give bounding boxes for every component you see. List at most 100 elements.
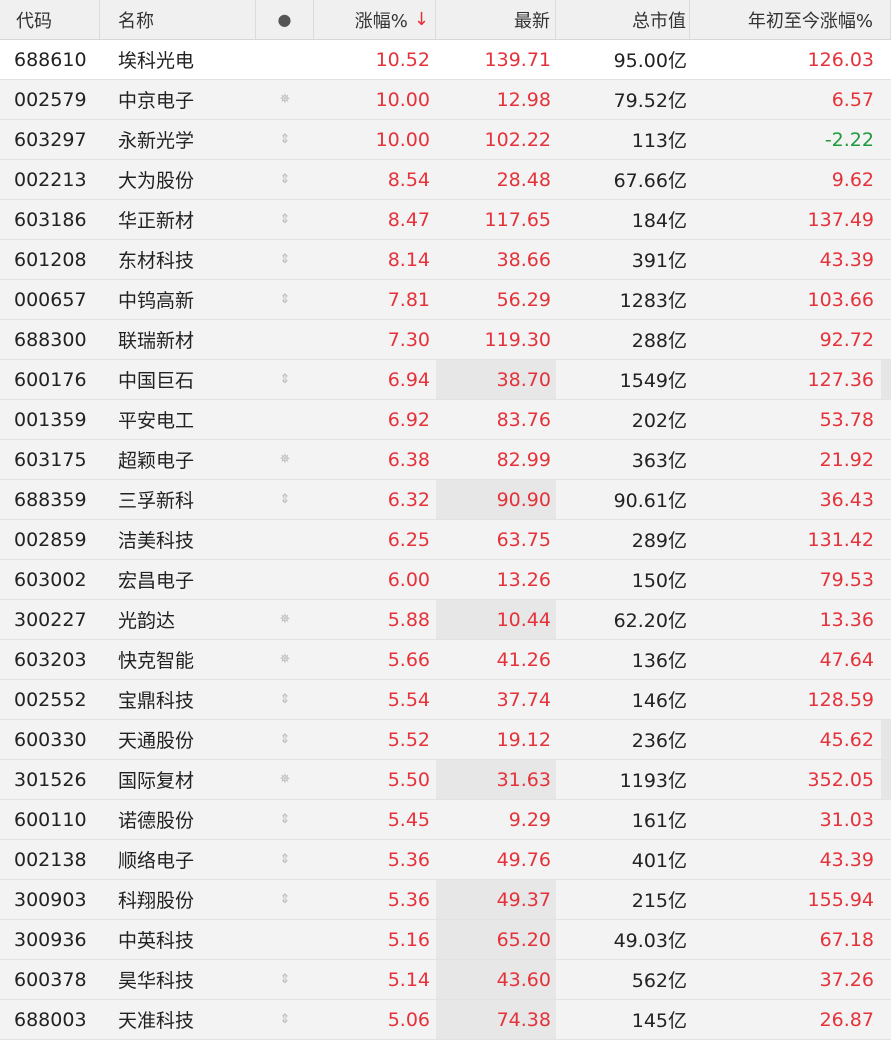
- change-pct: 5.45: [387, 808, 430, 831]
- last-price: 19.12: [496, 728, 551, 751]
- last-price: 31.63: [436, 760, 556, 799]
- ytd-pct: 128.59: [807, 688, 874, 711]
- stock-code: 603002: [14, 568, 87, 591]
- header-market-cap[interactable]: 总市值: [556, 0, 690, 39]
- change-pct: 5.06: [387, 1008, 430, 1031]
- table-row[interactable]: 000657 中钨高新 ⇕ 7.81 56.29 1283亿 103.66: [0, 280, 891, 320]
- market-cap: 62.20亿: [613, 610, 687, 632]
- change-pct: 6.00: [387, 568, 430, 591]
- table-row[interactable]: 002579 中京电子 ✵ 10.00 12.98 79.52亿 6.57: [0, 80, 891, 120]
- row-mark-icon: [256, 400, 314, 439]
- header-name[interactable]: 名称: [100, 0, 256, 39]
- header-dot[interactable]: ●: [256, 0, 314, 39]
- table-row[interactable]: 300227 光韵达 ✵ 5.88 10.44 62.20亿 13.36: [0, 600, 891, 640]
- last-price: 12.98: [496, 88, 551, 111]
- table-row[interactable]: 600330 天通股份 ⇕ 5.52 19.12 236亿 45.62: [0, 720, 891, 760]
- table-row[interactable]: 688300 联瑞新材 7.30 119.30 288亿 92.72: [0, 320, 891, 360]
- stock-name: 科翔股份: [118, 890, 195, 912]
- table-row[interactable]: 603203 快克智能 ✵ 5.66 41.26 136亿 47.64: [0, 640, 891, 680]
- change-pct: 10.52: [375, 48, 430, 71]
- table-row[interactable]: 001359 平安电工 6.92 83.76 202亿 53.78: [0, 400, 891, 440]
- change-pct: 5.36: [387, 888, 430, 911]
- stock-code: 002859: [14, 528, 87, 551]
- scrollbar-segment[interactable]: [881, 720, 891, 759]
- stock-code: 603297: [14, 128, 87, 151]
- header-change-pct[interactable]: 涨幅% ↓: [314, 0, 436, 39]
- stock-code: 002213: [14, 168, 87, 191]
- ytd-pct: 53.78: [819, 408, 874, 431]
- last-price: 74.38: [436, 1000, 556, 1039]
- table-row[interactable]: 688610 埃科光电 10.52 139.71 95.00亿 126.03: [0, 40, 891, 80]
- table-row[interactable]: 603186 华正新材 ⇕ 8.47 117.65 184亿 137.49: [0, 200, 891, 240]
- table-row[interactable]: 301526 国际复材 ✵ 5.50 31.63 1193亿 352.05: [0, 760, 891, 800]
- market-cap: 136亿: [631, 650, 687, 672]
- table-row[interactable]: 002552 宝鼎科技 ⇕ 5.54 37.74 146亿 128.59: [0, 680, 891, 720]
- table-row[interactable]: 603297 永新光学 ⇕ 10.00 102.22 113亿 -2.22: [0, 120, 891, 160]
- header-ytd-pct[interactable]: 年初至今涨幅%: [690, 0, 891, 39]
- change-pct: 5.16: [387, 928, 430, 951]
- table-row[interactable]: 601208 东材科技 ⇕ 8.14 38.66 391亿 43.39: [0, 240, 891, 280]
- ytd-pct: 67.18: [819, 928, 874, 951]
- row-mark-icon: ⇕: [279, 1012, 291, 1027]
- ytd-pct: 36.43: [819, 488, 874, 511]
- table-row[interactable]: 002138 顺络电子 ⇕ 5.36 49.76 401亿 43.39: [0, 840, 891, 880]
- header-last[interactable]: 最新: [436, 0, 556, 39]
- table-row[interactable]: 600110 诺德股份 ⇕ 5.45 9.29 161亿 31.03: [0, 800, 891, 840]
- row-mark-icon: ⇕: [279, 492, 291, 507]
- change-pct: 5.14: [387, 968, 430, 991]
- row-mark-icon: [256, 320, 314, 359]
- row-mark-icon: ⇕: [279, 852, 291, 867]
- scrollbar-segment[interactable]: [881, 360, 891, 399]
- scrollbar-segment[interactable]: [881, 760, 891, 799]
- table-body: 688610 埃科光电 10.52 139.71 95.00亿 126.03 002579 中…: [0, 40, 891, 1040]
- stock-code: 600176: [14, 368, 87, 391]
- market-cap: 289亿: [631, 530, 687, 552]
- last-price: 38.70: [436, 360, 556, 399]
- table-row[interactable]: 600176 中国巨石 ⇕ 6.94 38.70 1549亿 127.36: [0, 360, 891, 400]
- stock-code: 600378: [14, 968, 87, 991]
- change-pct: 6.94: [387, 368, 430, 391]
- table-row[interactable]: 688359 三孚新科 ⇕ 6.32 90.90 90.61亿 36.43: [0, 480, 891, 520]
- stock-name: 中英科技: [118, 930, 195, 952]
- last-price: 56.29: [496, 288, 551, 311]
- row-mark-icon: ✵: [279, 652, 291, 667]
- stock-name: 诺德股份: [118, 810, 195, 832]
- header-code[interactable]: 代码: [0, 0, 100, 39]
- row-mark-icon: ✵: [279, 92, 291, 107]
- market-cap: 146亿: [631, 690, 687, 712]
- market-cap: 67.66亿: [613, 170, 687, 192]
- table-row[interactable]: 600378 昊华科技 ⇕ 5.14 43.60 562亿 37.26: [0, 960, 891, 1000]
- table-row[interactable]: 300903 科翔股份 ⇕ 5.36 49.37 215亿 155.94: [0, 880, 891, 920]
- table-row[interactable]: 300936 中英科技 5.16 65.20 49.03亿 67.18: [0, 920, 891, 960]
- last-price: 82.99: [496, 448, 551, 471]
- stock-code: 002138: [14, 848, 87, 871]
- market-cap: 202亿: [631, 410, 687, 432]
- last-price: 139.71: [484, 48, 551, 71]
- stock-code: 601208: [14, 248, 87, 271]
- market-cap: 145亿: [631, 1010, 687, 1032]
- table-row[interactable]: 002859 洁美科技 6.25 63.75 289亿 131.42: [0, 520, 891, 560]
- last-price: 119.30: [484, 328, 551, 351]
- table-row[interactable]: 688003 天准科技 ⇕ 5.06 74.38 145亿 26.87: [0, 1000, 891, 1040]
- market-cap: 391亿: [631, 250, 687, 272]
- table-row[interactable]: 603002 宏昌电子 6.00 13.26 150亿 79.53: [0, 560, 891, 600]
- sort-desc-icon: ↓: [413, 9, 429, 30]
- ytd-pct: 13.36: [819, 608, 874, 631]
- table-row[interactable]: 603175 超颖电子 ✵ 6.38 82.99 363亿 21.92: [0, 440, 891, 480]
- stock-code: 300903: [14, 888, 87, 911]
- stock-name: 埃科光电: [118, 50, 195, 72]
- row-mark-icon: ⇕: [279, 892, 291, 907]
- row-mark-icon: ⇕: [279, 692, 291, 707]
- market-cap: 90.61亿: [613, 490, 687, 512]
- stock-code: 688359: [14, 488, 87, 511]
- ytd-pct: 31.03: [819, 808, 874, 831]
- stock-code: 600330: [14, 728, 87, 751]
- market-cap: 562亿: [631, 970, 687, 992]
- stock-name: 东材科技: [118, 250, 195, 272]
- table-row[interactable]: 002213 大为股份 ⇕ 8.54 28.48 67.66亿 9.62: [0, 160, 891, 200]
- row-mark-icon: ⇕: [279, 972, 291, 987]
- row-mark-icon: [256, 520, 314, 559]
- ytd-pct: 103.66: [807, 288, 874, 311]
- last-price: 102.22: [484, 128, 551, 151]
- change-pct: 6.25: [387, 528, 430, 551]
